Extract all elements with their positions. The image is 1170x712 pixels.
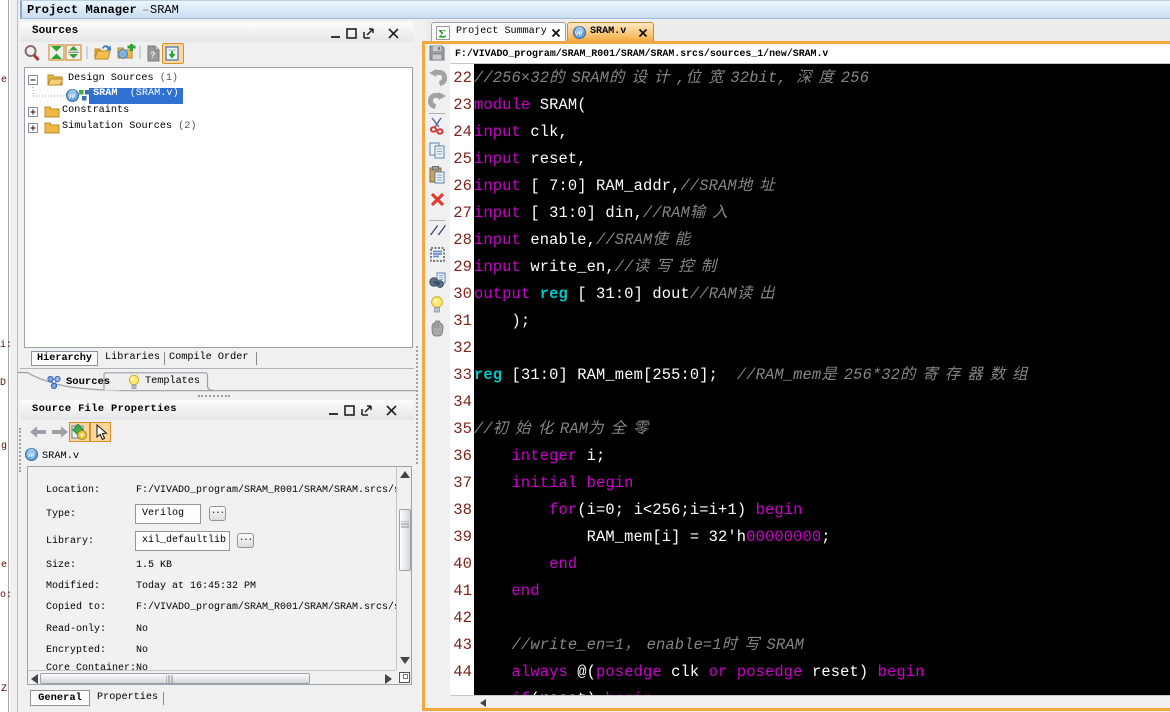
svg-text:ve: ve [68,93,76,100]
svg-text:Σ: Σ [439,27,447,41]
svg-text:ve: ve [575,31,583,38]
svg-text:?: ? [150,50,156,60]
svg-text:ve: ve [27,453,35,460]
